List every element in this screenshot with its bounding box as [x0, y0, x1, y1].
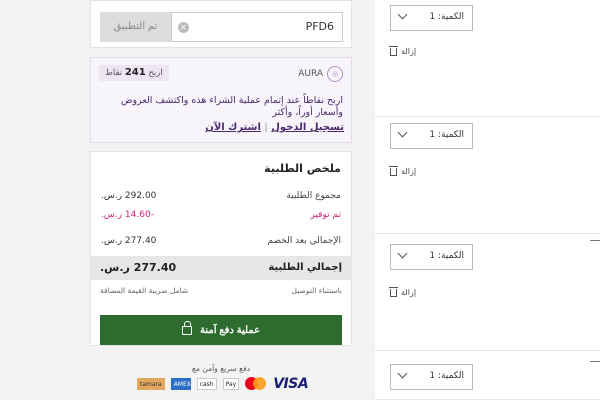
- order-total-value: 277.40 ر.س.: [100, 261, 177, 274]
- cart-item: الكمية: 1 إزالة: [375, 234, 600, 351]
- points-value: 241: [124, 67, 146, 78]
- cart-item: الكمية: 1 إزالة: [375, 117, 600, 234]
- promo-code-value: PFD6: [305, 20, 334, 33]
- order-total-bar: إجمالي الطلبية 277.40 ر.س.: [90, 256, 352, 280]
- subscribe-link[interactable]: اشترك الآن: [205, 122, 261, 133]
- summary-title: ملخص الطلبية: [264, 162, 341, 175]
- edge-mark: [590, 361, 600, 365]
- quantity-select[interactable]: الكمية: 1: [390, 244, 473, 270]
- remove-item-button[interactable]: إزالة: [389, 165, 417, 176]
- quantity-label: الكمية: 1: [429, 130, 464, 140]
- quantity-select[interactable]: الكمية: 1: [390, 5, 473, 31]
- quantity-label: الكمية: 1: [429, 251, 464, 261]
- cart-page: تم التطبيق ✕ PFD6 اربح 241 نقاط AURA ◎ ا…: [0, 0, 600, 400]
- subtotal-label: مجموع الطلبية: [286, 191, 341, 201]
- visa-logo: VISA: [273, 376, 309, 392]
- secure-checkout-button[interactable]: عملية دفع آمنة: [100, 315, 342, 345]
- chevron-down-icon: [397, 9, 408, 20]
- aura-links: تسجيل الدخول | اشترك الآن: [205, 122, 344, 133]
- cart-items-column: الكمية: 1 إزالة الكمية: 1 إزالة الكمية: …: [375, 0, 600, 400]
- cash-logo: cash: [196, 378, 217, 390]
- quantity-select[interactable]: الكمية: 1: [390, 123, 473, 149]
- payment-note: دفع سريع وآمن مع: [191, 364, 250, 373]
- chevron-down-icon: [397, 248, 408, 259]
- quantity-label: الكمية: 1: [429, 371, 464, 381]
- promo-code-input[interactable]: ✕ PFD6: [171, 12, 343, 42]
- quantity-label: الكمية: 1: [429, 12, 464, 22]
- cart-item: الكمية: 1: [375, 351, 600, 400]
- points-chip: اربح 241 نقاط: [99, 65, 169, 81]
- apply-promo-button[interactable]: تم التطبيق: [100, 12, 171, 42]
- aura-badge-icon: ◎: [327, 66, 343, 82]
- subtotal-value: 292.00 ر.س.: [101, 191, 157, 201]
- after-discount-label: الإجمالي بعد الخصم: [267, 236, 341, 246]
- chevron-down-icon: [397, 127, 408, 138]
- aura-message: اربح نقاطاً عند إتمام عملية الشراء هذه و…: [121, 95, 343, 118]
- payment-methods: tamara AMEX cash Pay VISA: [137, 376, 309, 392]
- checkout-label: عملية دفع آمنة: [199, 324, 261, 336]
- lock-icon: [181, 320, 192, 335]
- points-prefix: اربح: [148, 68, 163, 78]
- remove-label: إزالة: [401, 167, 417, 176]
- edge-mark: [590, 240, 600, 244]
- trash-icon: [389, 286, 398, 297]
- remove-item-button[interactable]: إزالة: [389, 286, 417, 297]
- remove-item-button[interactable]: إزالة: [389, 45, 417, 56]
- aura-logo: AURA ◎: [298, 66, 343, 82]
- after-discount-value: 277.40 ر.س.: [101, 236, 157, 246]
- points-suffix: نقاط: [105, 68, 123, 78]
- quantity-select[interactable]: الكمية: 1: [390, 364, 473, 390]
- link-separator: |: [264, 122, 268, 133]
- tamara-logo: tamara: [137, 378, 165, 390]
- vat-note: شامل ضريبة القيمة المضافة: [100, 286, 189, 295]
- discount-value: -14.60 ر.س.: [101, 210, 154, 220]
- trash-icon: [389, 45, 398, 56]
- aura-brand: AURA: [298, 69, 323, 79]
- order-summary-column: تم التطبيق ✕ PFD6 اربح 241 نقاط AURA ◎ ا…: [90, 0, 352, 400]
- remove-label: إزالة: [401, 288, 417, 297]
- order-total-label: إجمالي الطلبية: [268, 262, 342, 273]
- cart-item: الكمية: 1 إزالة: [375, 0, 600, 117]
- promo-code-card: تم التطبيق ✕ PFD6: [90, 0, 352, 48]
- mastercard-logo: [245, 377, 267, 391]
- amex-logo: AMEX: [170, 378, 191, 390]
- remove-label: إزالة: [401, 47, 417, 56]
- chevron-down-icon: [397, 368, 408, 379]
- close-icon[interactable]: ✕: [178, 22, 189, 33]
- login-link[interactable]: تسجيل الدخول: [271, 122, 344, 133]
- apple-pay-logo: Pay: [222, 378, 240, 390]
- trash-icon: [389, 165, 398, 176]
- discount-label: تم توفير: [310, 210, 342, 220]
- shipping-note: باستثناء التوصيل: [291, 286, 342, 295]
